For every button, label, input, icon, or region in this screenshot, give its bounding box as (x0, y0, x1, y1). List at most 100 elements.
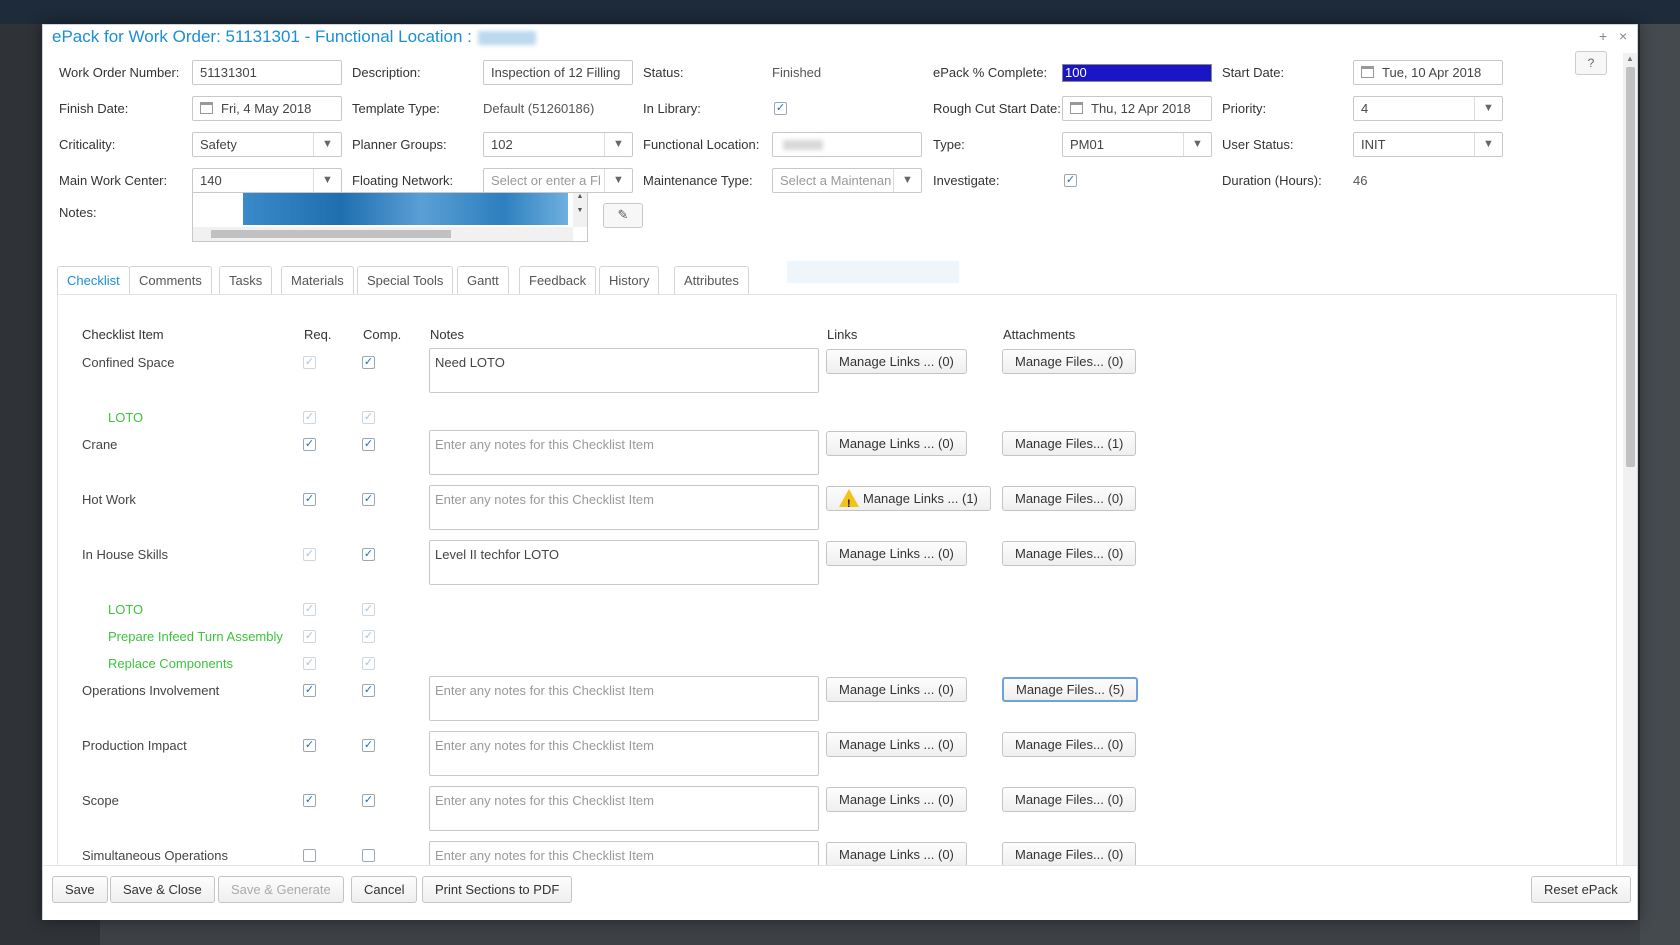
maintenance-type-select[interactable]: Select a Maintenan ▼ (772, 168, 922, 193)
notes-vertical-scrollbar[interactable]: ▲ ▼ (573, 193, 587, 227)
notes-image (243, 193, 568, 225)
dialog-footer: Save Save & Close Save & Generate Cancel… (43, 865, 1637, 920)
reset-epack-button[interactable]: Reset ePack (1531, 876, 1631, 903)
comp-checkbox[interactable]: ✓ (362, 438, 375, 451)
req-checkbox[interactable] (303, 849, 316, 862)
manage-files-button[interactable]: Manage Files... (0) (1002, 541, 1137, 566)
checklist-item-label: Scope (82, 793, 119, 808)
investigate-checkbox[interactable]: ✓ (1064, 174, 1077, 187)
planner-groups-select[interactable]: 102 ▼ (483, 132, 633, 157)
req-checkbox[interactable]: ✓ (303, 657, 316, 670)
checklist-notes-field[interactable]: Enter any notes for this Checklist Item (429, 485, 819, 530)
warning-icon: ! (839, 489, 859, 510)
checklist-notes-field[interactable]: Level II techfor LOTO (429, 540, 819, 585)
req-checkbox[interactable]: ✓ (303, 794, 316, 807)
tab-feedback[interactable]: Feedback (519, 266, 597, 294)
criticality-select[interactable]: Safety ▼ (192, 132, 342, 157)
dialog-title-text: ePack for Work Order: 51131301 - Functio… (52, 27, 472, 46)
manage-links-button[interactable]: ! Manage Links ... (1) (826, 486, 991, 511)
checklist-notes-field[interactable]: Enter any notes for this Checklist Item (429, 786, 819, 831)
dialog-title: ePack for Work Order: 51131301 - Functio… (52, 27, 536, 47)
req-checkbox[interactable]: ✓ (303, 603, 316, 616)
in-library-checkbox[interactable]: ✓ (774, 102, 787, 115)
floating-network-select[interactable]: Select or enter a Fl ▼ (483, 168, 633, 193)
scroll-up-icon[interactable]: ▲ (1626, 54, 1634, 63)
comp-checkbox[interactable]: ✓ (362, 657, 375, 670)
manage-links-button[interactable]: Manage Links ... (0) (826, 842, 967, 867)
manage-links-button[interactable]: Manage Links ... (0) (826, 349, 967, 374)
checklist-notes-field[interactable]: Enter any notes for this Checklist Item (429, 676, 819, 721)
tab-comments[interactable]: Comments (129, 266, 212, 294)
work-order-number-field[interactable]: 51131301 (192, 60, 342, 85)
req-checkbox[interactable]: ✓ (303, 438, 316, 451)
cancel-button[interactable]: Cancel (351, 876, 418, 903)
redacted-value (783, 140, 823, 150)
comp-checkbox[interactable]: ✓ (362, 739, 375, 752)
tab-checklist[interactable]: Checklist (57, 266, 130, 294)
comp-checkbox[interactable]: ✓ (362, 411, 375, 424)
checklist-notes-field[interactable]: Enter any notes for this Checklist Item (429, 430, 819, 475)
tab-special-tools[interactable]: Special Tools (357, 266, 454, 294)
comp-checkbox[interactable]: ✓ (362, 356, 375, 369)
req-checkbox[interactable]: ✓ (303, 356, 316, 369)
dialog-vertical-scrollbar[interactable]: ▲ ▼ (1623, 53, 1637, 889)
comp-checkbox[interactable] (362, 849, 375, 862)
start-date-picker[interactable]: Tue, 10 Apr 2018 (1353, 60, 1503, 85)
manage-links-button[interactable]: Manage Links ... (0) (826, 677, 967, 702)
manage-links-button[interactable]: Manage Links ... (0) (826, 541, 967, 566)
floating-network-placeholder: Select or enter a Fl (491, 173, 601, 188)
priority-value: 4 (1361, 101, 1369, 116)
req-checkbox[interactable]: ✓ (303, 739, 316, 752)
description-field[interactable]: Inspection of 12 Filling (483, 60, 633, 85)
manage-files-button[interactable]: Manage Files... (0) (1002, 842, 1137, 867)
checklist-notes-field[interactable]: Need LOTO (429, 348, 819, 393)
rough-cut-start-picker[interactable]: Thu, 12 Apr 2018 (1062, 96, 1212, 121)
comp-checkbox[interactable]: ✓ (362, 794, 375, 807)
maximize-icon[interactable]: + (1599, 28, 1607, 44)
user-status-select[interactable]: INIT ▼ (1353, 132, 1503, 157)
print-pdf-button[interactable]: Print Sections to PDF (422, 876, 573, 903)
manage-links-button[interactable]: Manage Links ... (0) (826, 431, 967, 456)
notes-horizontal-scrollbar[interactable] (193, 227, 573, 241)
scroll-thumb[interactable] (211, 230, 451, 238)
req-checkbox[interactable]: ✓ (303, 411, 316, 424)
comp-checkbox[interactable]: ✓ (362, 603, 375, 616)
help-button[interactable]: ? (1575, 51, 1607, 75)
save-generate-button[interactable]: Save & Generate (218, 876, 344, 903)
tab-materials[interactable]: Materials (281, 266, 354, 294)
save-close-button[interactable]: Save & Close (110, 876, 215, 903)
tab-history[interactable]: History (599, 266, 660, 294)
comp-checkbox[interactable]: ✓ (362, 493, 375, 506)
req-checkbox[interactable]: ✓ (303, 630, 316, 643)
header-notes: Notes (430, 327, 464, 342)
save-button[interactable]: Save (52, 876, 108, 903)
manage-files-button[interactable]: Manage Files... (0) (1002, 732, 1137, 757)
req-checkbox[interactable]: ✓ (303, 684, 316, 697)
comp-checkbox[interactable]: ✓ (362, 548, 375, 561)
req-checkbox[interactable]: ✓ (303, 493, 316, 506)
main-work-center-select[interactable]: 140 ▼ (192, 168, 342, 193)
manage-files-button[interactable]: Manage Files... (5) (1002, 677, 1139, 702)
type-select[interactable]: PM01 ▼ (1062, 132, 1212, 157)
comp-checkbox[interactable]: ✓ (362, 684, 375, 697)
tab-tasks[interactable]: Tasks (219, 266, 273, 294)
manage-files-button[interactable]: Manage Files... (0) (1002, 486, 1137, 511)
tab-gantt[interactable]: Gantt (457, 266, 509, 294)
edit-notes-button[interactable]: ✎ (603, 203, 643, 228)
comp-checkbox[interactable]: ✓ (362, 630, 375, 643)
manage-files-button[interactable]: Manage Files... (0) (1002, 349, 1137, 374)
scroll-thumb[interactable] (1626, 67, 1635, 467)
functional-location-field[interactable] (772, 132, 922, 157)
manage-links-button[interactable]: Manage Links ... (0) (826, 787, 967, 812)
notes-editor[interactable]: ▲ ▼ (192, 192, 588, 242)
manage-links-button[interactable]: Manage Links ... (0) (826, 732, 967, 757)
close-icon[interactable]: × (1619, 28, 1627, 44)
manage-files-button[interactable]: Manage Files... (0) (1002, 787, 1137, 812)
priority-select[interactable]: 4 ▼ (1353, 96, 1503, 121)
epack-pct-complete-field[interactable]: 100 (1062, 64, 1212, 82)
finish-date-picker[interactable]: Fri, 4 May 2018 (192, 96, 342, 121)
tab-attributes[interactable]: Attributes (674, 266, 749, 294)
manage-files-button[interactable]: Manage Files... (1) (1002, 431, 1137, 456)
checklist-notes-field[interactable]: Enter any notes for this Checklist Item (429, 731, 819, 776)
req-checkbox[interactable]: ✓ (303, 548, 316, 561)
